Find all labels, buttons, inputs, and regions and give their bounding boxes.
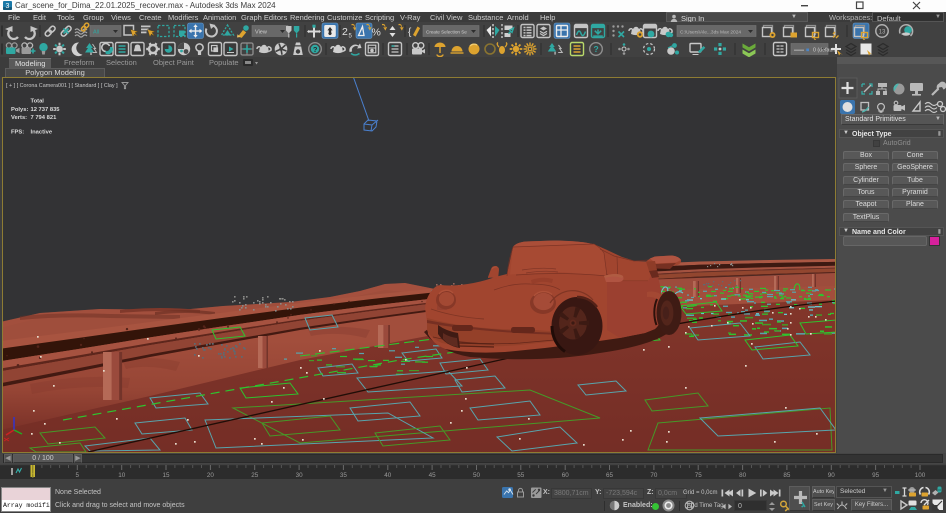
svg-text:95: 95 [872, 472, 880, 479]
svg-text:100: 100 [915, 472, 926, 479]
svg-text:30: 30 [296, 472, 304, 479]
svg-text:{: { [408, 27, 412, 38]
svg-text:■: ■ [806, 48, 809, 54]
svg-text:60: 60 [562, 472, 570, 479]
svg-text:Verts:: Verts: [11, 115, 27, 121]
svg-text:50: 50 [473, 472, 481, 479]
svg-text:View: View [255, 29, 267, 35]
svg-text:?: ? [594, 44, 599, 54]
svg-text:20: 20 [207, 472, 215, 479]
svg-text:25: 25 [251, 472, 259, 479]
svg-text:85: 85 [783, 472, 791, 479]
svg-text:10: 10 [118, 472, 126, 479]
svg-text:40: 40 [384, 472, 392, 479]
svg-text:%: % [372, 27, 381, 39]
svg-text:35: 35 [340, 472, 348, 479]
svg-text:45: 45 [429, 472, 437, 479]
svg-text:Total: Total [31, 99, 45, 105]
svg-text:FPS:: FPS: [11, 130, 24, 136]
svg-text:▬▬: ▬▬ [794, 47, 804, 53]
svg-text:65: 65 [606, 472, 614, 479]
svg-text:Polys:: Polys: [11, 107, 28, 113]
svg-text:75: 75 [695, 472, 703, 479]
svg-text:5: 5 [76, 472, 80, 479]
svg-text:70: 70 [650, 472, 658, 479]
svg-text:C:\Users\Ale...3ds Max 2024: C:\Users\Ale...3ds Max 2024 [680, 29, 741, 35]
svg-text:7 794 821: 7 794 821 [31, 115, 58, 121]
svg-text:?: ? [313, 45, 318, 54]
svg-text:All: All [93, 29, 99, 35]
svg-text:80: 80 [739, 472, 747, 479]
svg-text:Inactive: Inactive [31, 130, 53, 136]
svg-text:15: 15 [162, 472, 170, 479]
svg-text:12 737 835: 12 737 835 [31, 107, 61, 113]
svg-text:55: 55 [517, 472, 525, 479]
svg-text:5: 5 [349, 34, 353, 40]
svg-text:3: 3 [6, 3, 10, 10]
svg-text:13: 13 [879, 29, 886, 35]
svg-text:Create Selection Se: Create Selection Se [426, 29, 467, 34]
svg-text:[ + ] [ Corona Camera001 ] [ S: [ + ] [ Corona Camera001 ] [ Standard ] … [6, 83, 118, 89]
svg-text:90: 90 [828, 472, 836, 479]
svg-text:2: 2 [342, 26, 348, 38]
